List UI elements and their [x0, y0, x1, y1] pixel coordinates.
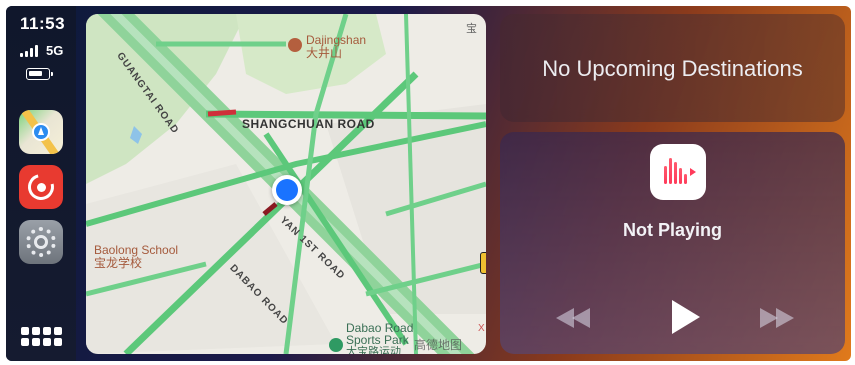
road-sign-icon: [480, 252, 486, 274]
rewind-icon[interactable]: [552, 300, 598, 336]
road-shangchuan: [205, 110, 486, 120]
sidebar: 11:53 5G: [6, 6, 76, 361]
poi-label[interactable]: 大井山: [306, 47, 342, 60]
status-time: 11:53: [20, 14, 66, 33]
map-view[interactable]: Dajingshan 大井山 GUANGTAI ROAD SHANGCHUAN …: [86, 14, 486, 354]
carplay-screen: 11:53 5G Dajingshan 大井山 GUANGTAI ROAD SH…: [6, 6, 851, 361]
poi-label[interactable]: 大宝路运动: [346, 346, 401, 354]
music-app-icon[interactable]: [19, 165, 63, 209]
current-location-icon: [272, 175, 302, 205]
music-app-icon[interactable]: [650, 144, 706, 200]
battery-icon: [26, 68, 53, 80]
destinations-panel[interactable]: No Upcoming Destinations: [500, 14, 845, 122]
traffic-segment: [207, 109, 237, 117]
fast-forward-icon[interactable]: [754, 300, 800, 336]
settings-app-icon[interactable]: [19, 220, 63, 264]
map-watermark: 高德地图: [414, 338, 463, 352]
network-type: 5G: [46, 43, 64, 58]
signal-bars-icon: [20, 45, 38, 57]
maps-app-icon[interactable]: [19, 110, 63, 154]
destinations-text: No Upcoming Destinations: [542, 56, 803, 81]
poi-label[interactable]: 宝龙学校: [94, 257, 142, 270]
poi-pin-icon[interactable]: [288, 38, 302, 52]
status-signal: 5G: [20, 41, 63, 57]
playback-controls: [500, 300, 845, 336]
app-grid-icon[interactable]: [21, 324, 62, 348]
park-area: [86, 14, 246, 184]
playback-status: Not Playing: [622, 220, 722, 240]
map-label: X: [478, 323, 485, 334]
map-label: 宝: [466, 23, 477, 35]
now-playing-panel[interactable]: Not Playing: [500, 132, 845, 354]
road-label: SHANGCHUAN ROAD: [242, 117, 375, 131]
play-icon[interactable]: [664, 300, 700, 336]
poi-pin-icon[interactable]: [329, 338, 343, 352]
